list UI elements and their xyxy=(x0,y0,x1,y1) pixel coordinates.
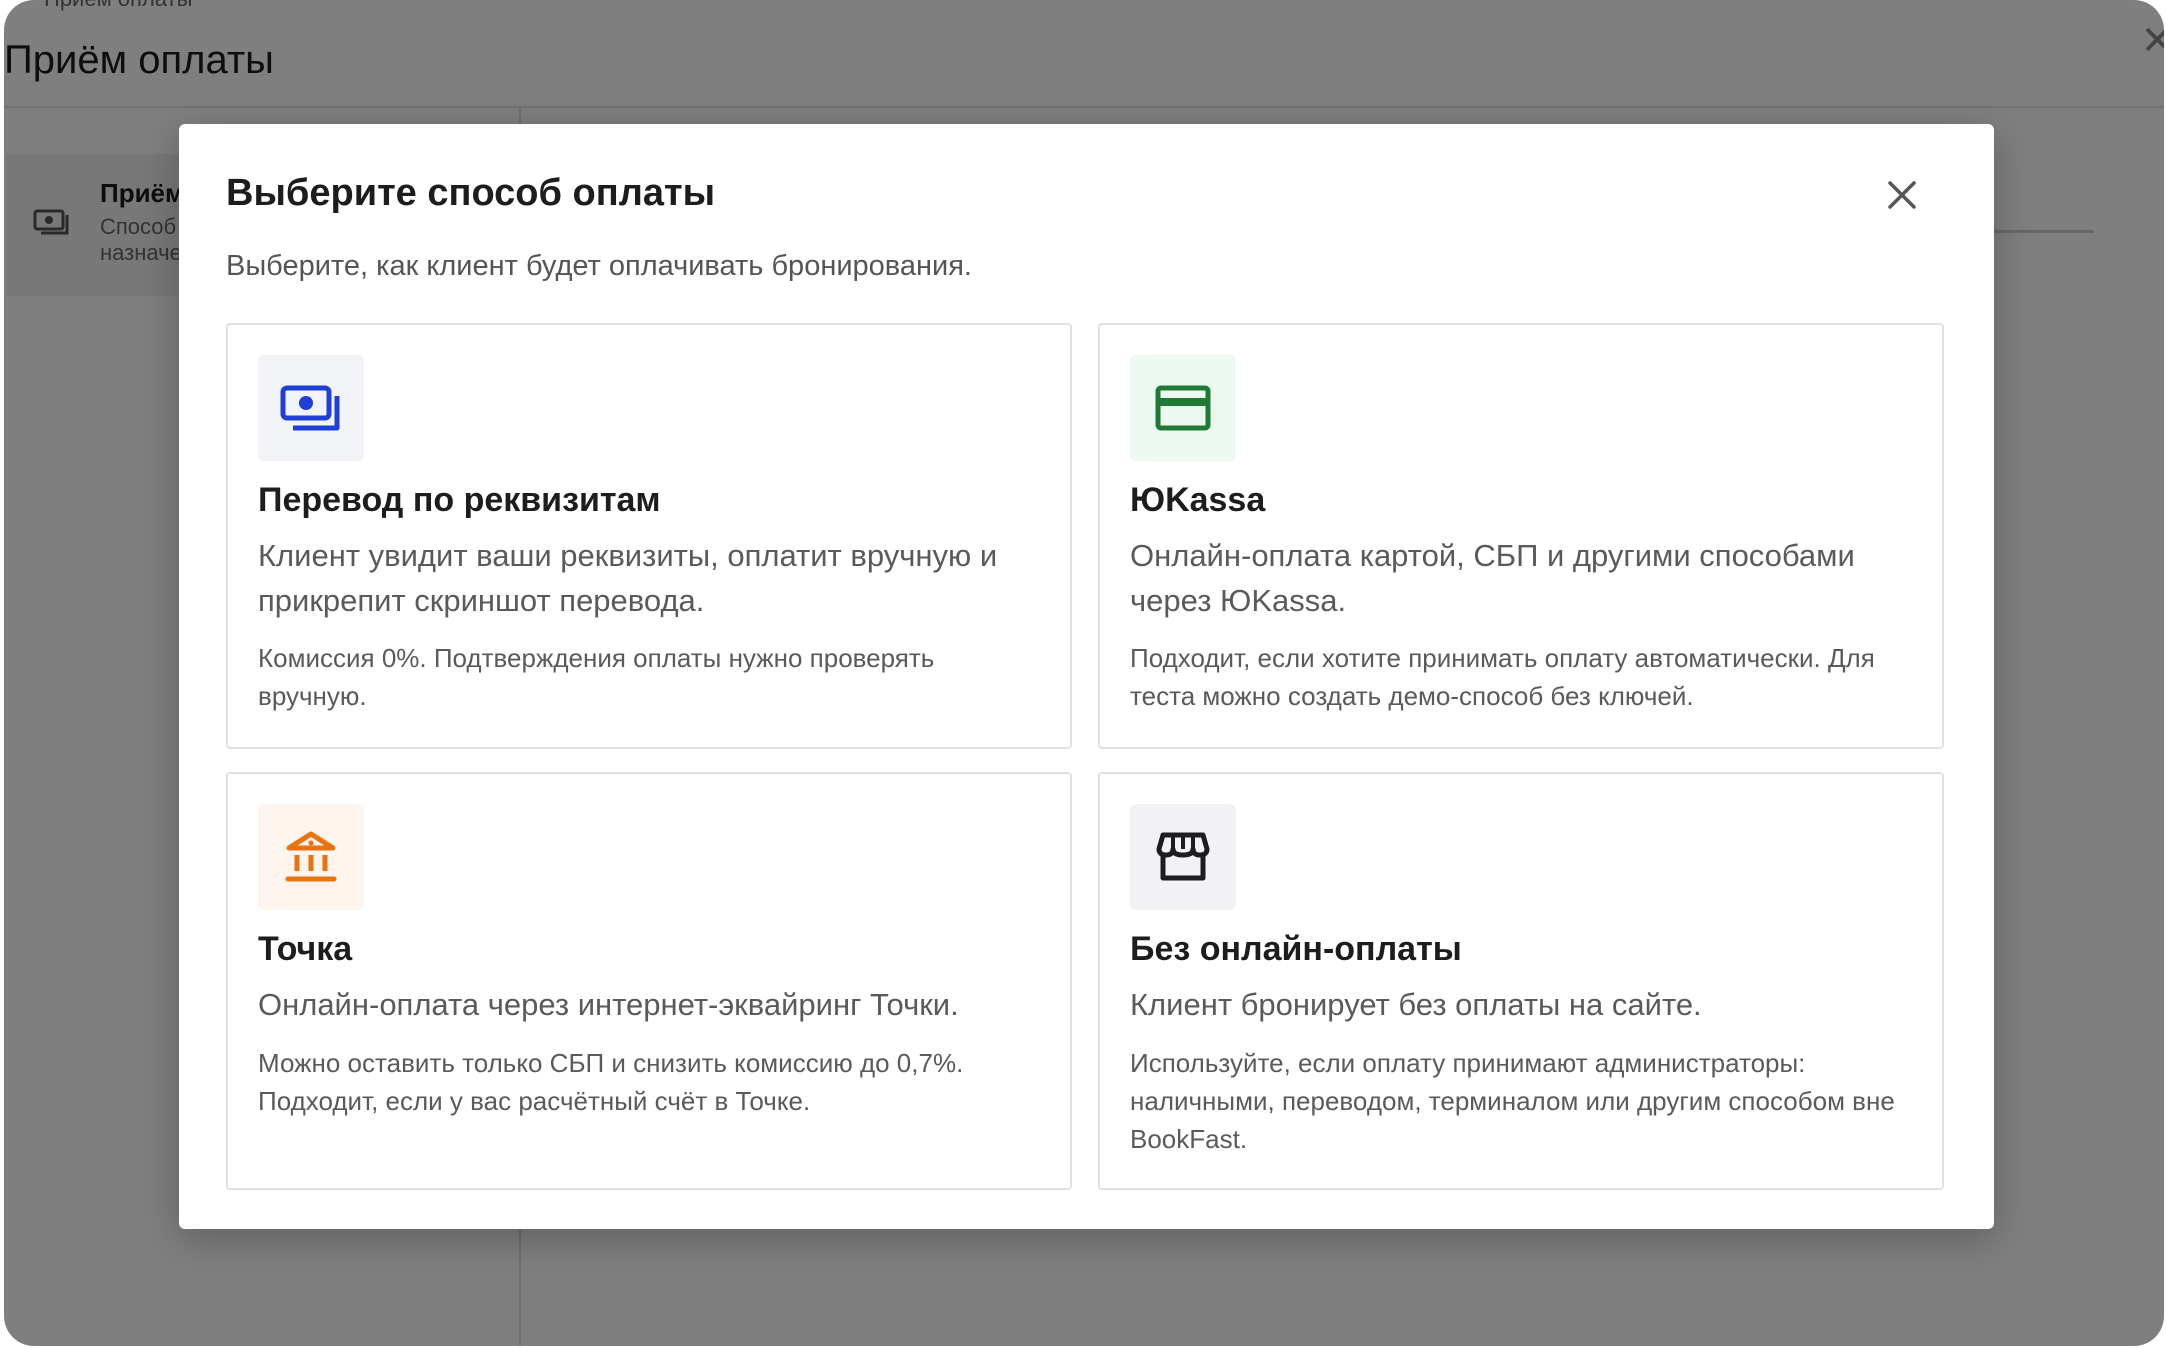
option-title: Точка xyxy=(258,930,353,968)
option-description: Онлайн-оплата через интернет-эквайринг Т… xyxy=(258,987,959,1022)
option-title: Без онлайн-оплаты xyxy=(1130,930,1462,968)
dialog-title: Выберите способ оплаты xyxy=(226,172,716,214)
option-title: Перевод по реквизитам xyxy=(258,481,661,519)
option-tochka[interactable]: Точка Онлайн-оплата через интернет-эквай… xyxy=(226,772,1072,1190)
credit-card-icon xyxy=(1155,385,1211,431)
option-icon-box xyxy=(1130,355,1236,461)
option-icon-box xyxy=(1130,804,1236,910)
option-description: Клиент увидит ваши реквизиты, оплатит вр… xyxy=(258,538,998,618)
option-title: ЮKassa xyxy=(1130,481,1266,519)
option-bank-transfer[interactable]: Перевод по реквизитам Клиент увидит ваши… xyxy=(226,323,1072,749)
close-icon xyxy=(1888,181,1916,209)
payment-method-dialog: Выберите способ оплаты Выберите, как кли… xyxy=(179,124,1994,1229)
option-yookassa[interactable]: ЮKassa Онлайн-оплата картой, СБП и други… xyxy=(1098,323,1944,749)
option-note: Комиссия 0%. Подтверждения оплаты нужно … xyxy=(258,643,935,711)
option-note: Можно оставить только СБП и снизить коми… xyxy=(258,1048,964,1116)
option-icon-box xyxy=(258,355,364,461)
option-note: Используйте, если оплату принимают админ… xyxy=(1130,1048,1895,1154)
dialog-subtitle: Выберите, как клиент будет оплачивать бр… xyxy=(226,250,972,282)
option-description: Клиент бронирует без оплаты на сайте. xyxy=(1130,987,1702,1022)
option-no-online-payment[interactable]: Без онлайн-оплаты Клиент бронирует без о… xyxy=(1098,772,1944,1190)
option-note: Подходит, если хотите принимать оплату а… xyxy=(1130,643,1875,711)
option-icon-box xyxy=(258,804,364,910)
option-description: Онлайн-оплата картой, СБП и другими спос… xyxy=(1130,538,1855,618)
bank-icon xyxy=(285,831,337,882)
cash-icon xyxy=(280,385,340,431)
storefront-icon xyxy=(1156,832,1210,881)
close-button[interactable] xyxy=(1877,170,1927,220)
